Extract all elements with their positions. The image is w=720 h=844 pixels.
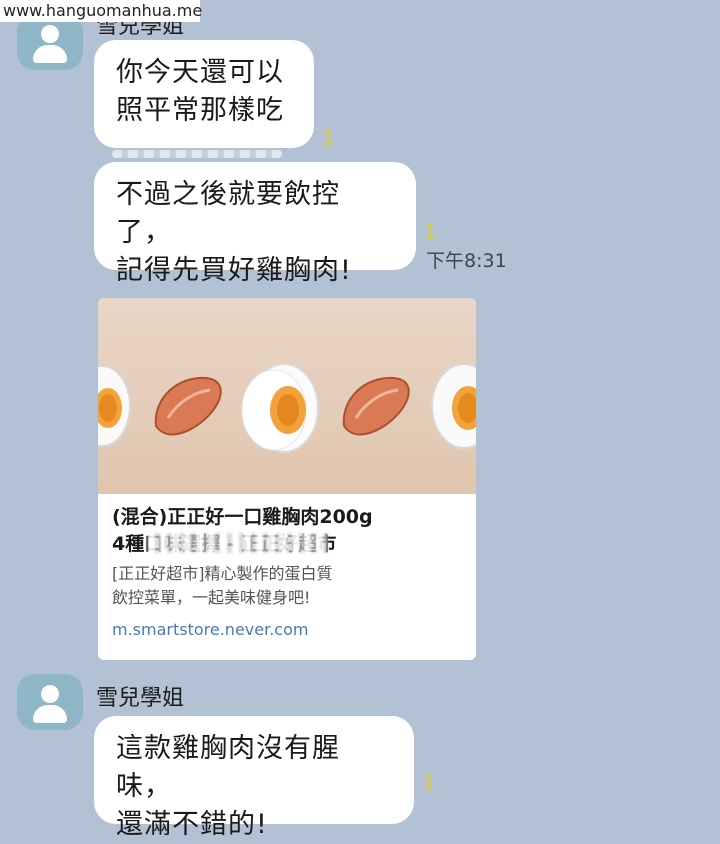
unread-count: 1 (322, 126, 335, 150)
link-url[interactable]: m.smartstore.never.com (112, 620, 308, 639)
message-bubble[interactable]: 你今天還可以 照平常那樣吃 (94, 40, 314, 148)
watermark: www.hanguomanhua.me (0, 0, 202, 22)
chicken-breast-icon (154, 376, 222, 436)
message-bubble[interactable]: 不過之後就要飲控了， 記得先買好雞胸肉! (94, 162, 416, 286)
egg-icon (431, 363, 476, 449)
blurred-text (148, 533, 328, 553)
person-icon-body (33, 705, 67, 723)
unread-count: 1 (424, 220, 437, 244)
egg-icon (98, 365, 131, 447)
chicken-breast-icon (342, 376, 410, 436)
unread-count: 1 (422, 770, 435, 794)
blurred-text (112, 150, 282, 158)
link-preview-image[interactable] (98, 298, 476, 494)
person-icon-head (41, 685, 59, 703)
link-preview-card[interactable]: (混合)正正好一口雞胸肉200g 4種口味選擇 - 正正好超市 [正正好超市]精… (98, 298, 476, 660)
message-bubble[interactable]: 這款雞胸肉沒有腥味， 還滿不錯的! (94, 716, 414, 840)
link-description: [正正好超市]精心製作的蛋白質 飲控菜單，一起美味健身吧! (112, 564, 333, 607)
avatar[interactable] (17, 14, 83, 70)
egg-icon (241, 363, 319, 453)
food-illustration (98, 363, 476, 453)
person-icon-body (33, 45, 67, 63)
person-icon-head (41, 25, 59, 43)
message-time: 下午8:31 (426, 250, 507, 272)
sender-name: 雪兒學姐 (96, 686, 185, 711)
avatar[interactable] (17, 674, 83, 730)
